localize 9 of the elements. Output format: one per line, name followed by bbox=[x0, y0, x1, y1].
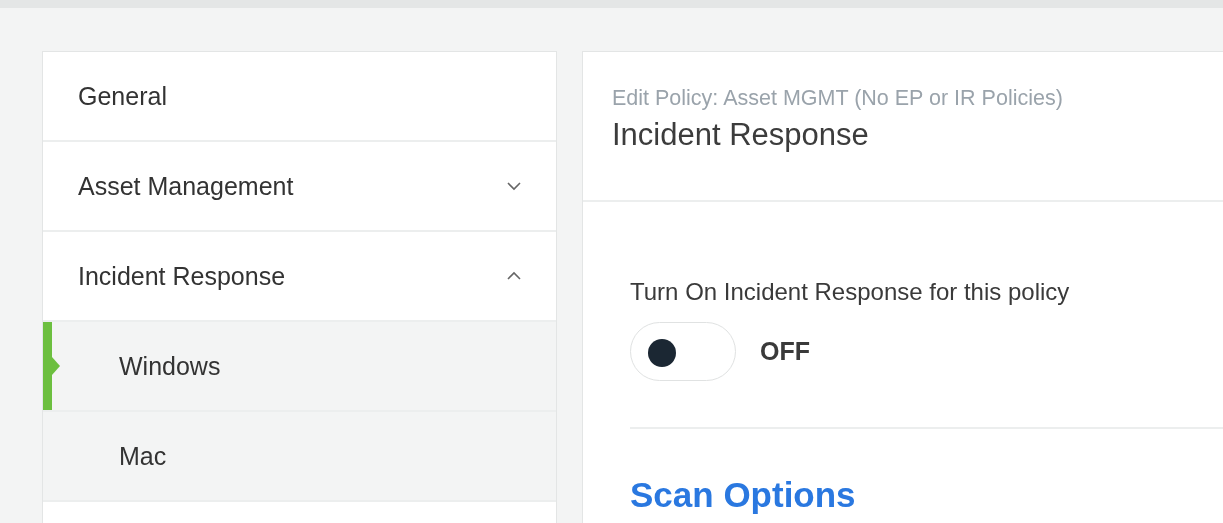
sidebar-item[interactable]: General bbox=[43, 52, 556, 142]
section-title: Scan Options bbox=[630, 475, 857, 515]
toggle-state: OFF bbox=[760, 337, 810, 366]
toggle-label: Turn On Incident Response for this policy bbox=[630, 278, 1071, 306]
sidebar-item[interactable]: Asset Management bbox=[43, 142, 556, 232]
page-title: Incident Response bbox=[612, 117, 870, 153]
sidebar-subitem[interactable]: Mac bbox=[43, 412, 556, 502]
sidebar-subitem[interactable]: Windows bbox=[43, 322, 556, 412]
breadcrumb: Edit Policy: Asset MGMT (No EP or IR Policies) bbox=[612, 86, 1064, 111]
